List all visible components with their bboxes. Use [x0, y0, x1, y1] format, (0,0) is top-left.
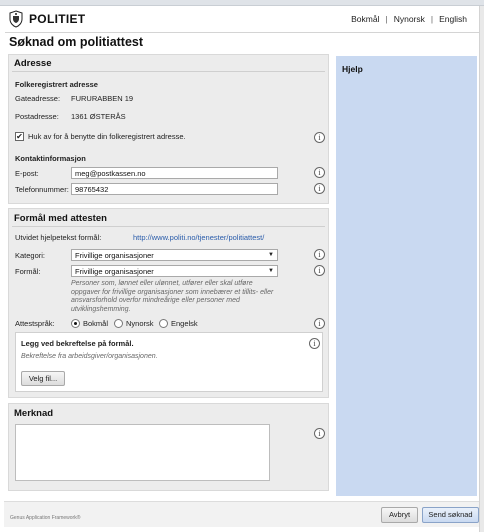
lang-separator: |: [430, 14, 434, 24]
folkereg-checkbox[interactable]: ✔: [15, 132, 24, 141]
lang-nynorsk-link[interactable]: Nynorsk: [394, 14, 425, 24]
sprak-engelsk-label: Engelsk: [171, 319, 198, 328]
sprak-bokmal-label: Bokmål: [83, 319, 109, 328]
framework-credit: Genus Application Framework®: [10, 515, 81, 521]
help-panel: Hjelp: [336, 56, 477, 496]
formal-value: Frivillige organisasjoner: [75, 267, 154, 276]
sprak-radio-engelsk[interactable]: [159, 319, 168, 328]
folkereg-checkbox-label: Huk av for å benytte din folkeregistrert…: [28, 132, 186, 141]
divider: [12, 71, 325, 72]
info-icon[interactable]: i: [314, 428, 325, 439]
merknad-textarea[interactable]: [15, 424, 270, 481]
attestsprak-label: Attestspråk:: [15, 319, 55, 328]
formal-title: Formål med attesten: [14, 213, 107, 224]
sprak-radio-nynorsk[interactable]: [114, 319, 123, 328]
chevron-down-icon: ▼: [268, 252, 274, 258]
logo-text: POLITIET: [29, 12, 86, 26]
police-crest-icon: [9, 10, 23, 28]
language-switcher: Bokmål | Nynorsk | English: [351, 14, 467, 24]
gateadresse-label: Gateadresse:: [15, 94, 61, 103]
formal-help-text: Personer som, lønnet eller ulønnet, utfø…: [71, 280, 274, 313]
gateadresse-value: FURURABBEN 19: [71, 94, 134, 103]
lang-english-link[interactable]: English: [439, 14, 467, 24]
bekreftelse-help: Bekreftelse fra arbeidsgiver/organisasjo…: [21, 353, 158, 360]
merknad-title: Merknad: [14, 408, 54, 419]
info-icon[interactable]: i: [314, 318, 325, 329]
epost-input[interactable]: meg@postkassen.no: [71, 167, 278, 179]
telefon-label: Telefonnummer:: [15, 185, 69, 194]
velg-fil-button[interactable]: Velg fil...: [21, 371, 65, 386]
adresse-panel: Adresse Folkeregistrert adresse Gateadre…: [8, 54, 329, 204]
sprak-radio-bokmal[interactable]: [71, 319, 80, 328]
kategori-select[interactable]: Frivillige organisasjoner ▼: [71, 249, 278, 261]
info-icon[interactable]: i: [314, 249, 325, 260]
help-title: Hjelp: [342, 64, 363, 74]
info-icon[interactable]: i: [314, 132, 325, 143]
adresse-title: Adresse: [14, 58, 52, 69]
bekreftelse-box: Legg ved bekreftelse på formål. Bekrefte…: [15, 332, 323, 392]
merknad-panel: Merknad i: [8, 403, 329, 491]
info-icon[interactable]: i: [314, 167, 325, 178]
footer-bar: Genus Application Framework® Avbryt Send…: [4, 501, 479, 527]
site-header: POLITIET Bokmål | Nynorsk | English: [0, 6, 484, 34]
logo[interactable]: POLITIET: [8, 10, 85, 28]
info-icon[interactable]: i: [309, 338, 320, 349]
politiattest-link[interactable]: http://www.politi.no/tjenester/politiatt…: [133, 233, 264, 242]
info-icon[interactable]: i: [314, 265, 325, 276]
checkmark-icon: ✔: [16, 132, 23, 141]
postadresse-label: Postadresse:: [15, 112, 59, 121]
window-edge: [479, 6, 484, 532]
header-divider: [5, 32, 479, 33]
kategori-value: Frivillige organisasjoner: [75, 251, 154, 260]
formal-panel: Formål med attesten Utvidet hjelpetekst …: [8, 208, 329, 398]
page-title: Søknad om politiattest: [9, 35, 144, 49]
kontakt-heading: Kontaktinformasjon: [15, 154, 86, 163]
send-soknad-button[interactable]: Send søknad: [422, 507, 479, 523]
folkereg-heading: Folkeregistrert adresse: [15, 80, 98, 89]
formal-select[interactable]: Frivillige organisasjoner ▼: [71, 265, 278, 277]
lang-bokmal-link[interactable]: Bokmål: [351, 14, 379, 24]
kategori-label: Kategori:: [15, 251, 46, 260]
sprak-nynorsk-label: Nynorsk: [126, 319, 154, 328]
utvidet-label: Utvidet hjelpetekst formål:: [15, 233, 102, 242]
bekreftelse-title: Legg ved bekreftelse på formål.: [21, 339, 134, 348]
postadresse-value: 1361 ØSTERÅS: [71, 112, 126, 121]
divider: [12, 226, 325, 227]
epost-label: E-post:: [15, 169, 39, 178]
avbryt-button[interactable]: Avbryt: [381, 507, 418, 523]
info-icon[interactable]: i: [314, 183, 325, 194]
telefon-input[interactable]: 98765432: [71, 183, 278, 195]
chevron-down-icon: ▼: [268, 268, 274, 274]
lang-separator: |: [385, 14, 388, 24]
formal-label: Formål:: [15, 267, 41, 276]
